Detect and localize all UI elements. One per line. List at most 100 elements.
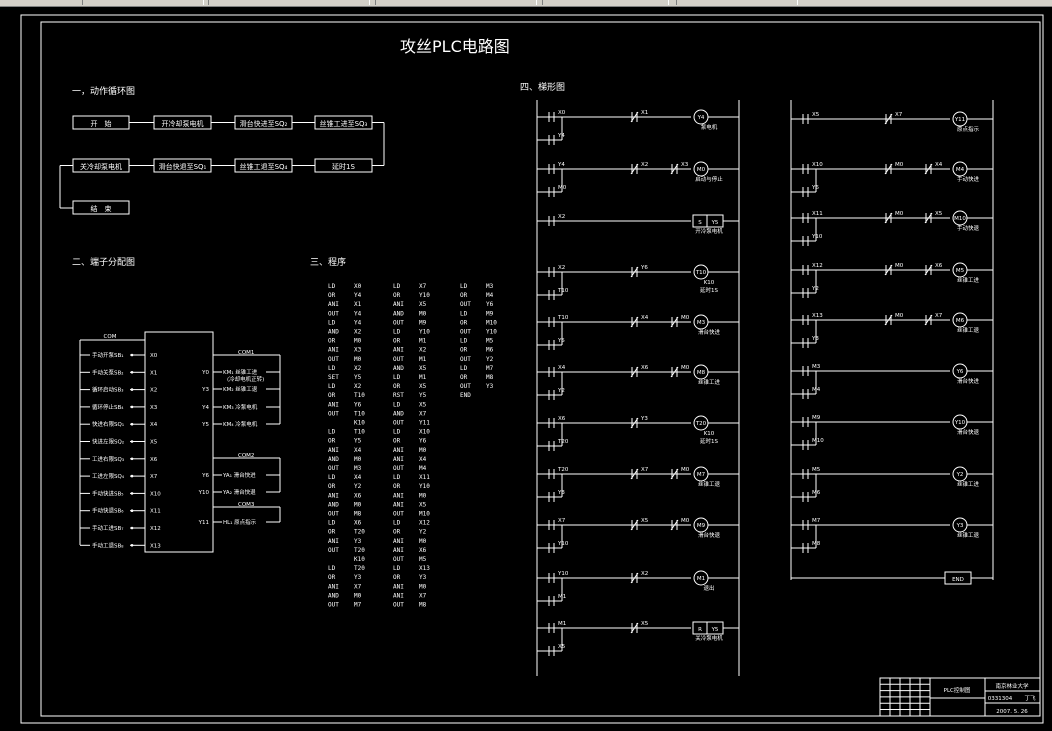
cycle-diagram: 开 始 开冷却泵电机 滑台快进至SQ₂ 丝锥工进至SQ₃ 关冷却泵电机 滑台快退至SQ₁ 丝… [59,115,385,215]
com-label: COM [104,334,117,340]
contact-address: X7 [895,112,903,118]
output-label: KM₁ 丝锥工进 [223,368,258,376]
parallel-address: Y6 [811,185,819,191]
instruction-op: OUT [460,329,471,336]
input-address: X13 [150,543,161,549]
contact-address: Y3 [640,416,648,422]
cycle-step-label: 开 始 [91,119,112,128]
instruction-operand: X1 [354,301,362,308]
instruction-operand: M0 [419,583,427,590]
input-address: X12 [150,526,161,532]
instruction-op: AND [328,329,339,336]
cycle-step-label: 丝锥工进至SQ₃ [320,119,368,128]
input-terminal [130,474,134,478]
contact-address: X0 [558,110,566,116]
instruction-op: OUT [328,602,339,609]
title-drawing-name: PLC控制图 [944,686,971,694]
parallel-address: Y4 [557,133,565,139]
instruction-op: LD [328,283,336,290]
instruction-op: LD [460,365,468,372]
coil-label: 滑台快退 [957,428,980,436]
contact-address: M5 [812,467,821,473]
instruction-op: ANI [393,592,404,599]
instruction-op: OUT [328,465,339,472]
contact-address: M0 [895,162,904,168]
coil-label: 丝锥工进 [957,480,980,488]
instruction-operand: Y3 [354,538,362,545]
contact-address: M0 [681,518,690,524]
input-address: X2 [150,388,157,394]
coil-label: 延时1S [700,437,718,445]
instruction-operand: M5 [419,556,427,563]
instruction-op: END [460,392,471,399]
coil-address: M1 [697,576,705,582]
contact-address: X12 [812,263,823,269]
instruction-operand: M1 [419,356,427,363]
coil-label: K10 [704,431,715,437]
coil-address: M3 [697,320,706,326]
contact-address: X5 [641,518,649,524]
parallel-address: M0 [558,185,567,191]
contact-address: X6 [935,263,943,269]
coil-label: 原点指示 [957,125,980,133]
instruction-operand: X3 [354,347,362,354]
contact-address: M0 [681,365,690,371]
input-label: 手动快退SB₆ [92,507,124,515]
contact-address: X7 [641,467,649,473]
parallel-address: M10 [812,438,824,444]
instruction-op: OR [460,292,468,299]
instruction-op: LD [393,520,401,527]
coil-address: Y2 [956,472,964,478]
instruction-operand: M8 [354,511,362,518]
input-address: X6 [150,457,158,463]
output-address: Y3 [201,387,209,393]
instruction-operand: X6 [354,492,362,499]
input-address: X0 [150,353,158,359]
instruction-operand: M7 [486,365,494,372]
instruction-op: OUT [393,511,404,518]
instruction-operand: M3 [486,283,494,290]
coil-label: 退出 [703,584,714,592]
instruction-op: ANI [393,492,404,499]
contact-address: X2 [641,571,648,577]
instruction-operand: M0 [354,456,362,463]
instruction-op: OR [460,374,468,381]
contact-address: X4 [558,365,566,371]
instruction-op: OUT [460,301,471,308]
instruction-operand: X7 [354,583,362,590]
instruction-op: LD [393,401,401,408]
section-program-heading: 三、程序 [310,256,346,268]
instruction-operand: Y4 [354,292,362,299]
input-label: 快进右限SQ₁ [92,420,124,428]
instruction-operand: T10 [354,410,365,417]
instruction-op: LD [328,383,336,390]
coil-address: M6 [956,318,965,324]
instruction-op: OUT [460,356,471,363]
instruction-op: OR [393,383,401,390]
instruction-operand: M0 [419,310,427,317]
instruction-op: OR [393,338,401,345]
title-date: 2007. 5. 26 [996,709,1028,715]
title-number: 0331304 [988,696,1013,702]
instruction-operand: X0 [354,283,362,290]
instruction-op: ANI [328,583,339,590]
contact-address: X6 [641,365,649,371]
section-ladder-heading: 四、梯形图 [520,81,565,93]
contact-address: X3 [681,162,689,168]
output-com-label: COM3 [238,502,255,508]
coil-address: Y11 [954,117,965,123]
input-label: 手动工退SB₈ [92,541,124,549]
contact-address: Y6 [640,265,648,271]
instruction-operand: X7 [419,592,427,599]
contact-address: X11 [812,211,823,217]
instruction-op: OUT [328,356,339,363]
coil-label: 启动与停止 [695,175,723,183]
output-label: YA₂ 滑台快退 [222,488,256,496]
cycle-step-label: 开冷却泵电机 [162,119,204,128]
instruction-op: OR [460,347,468,354]
input-label: 循环启动SB₃ [92,386,123,394]
instruction-op: ANI [393,301,404,308]
instruction-op: ANI [393,447,404,454]
parallel-address: Y10 [557,541,569,547]
section-terminal-heading: 二、端子分配图 [72,256,135,268]
